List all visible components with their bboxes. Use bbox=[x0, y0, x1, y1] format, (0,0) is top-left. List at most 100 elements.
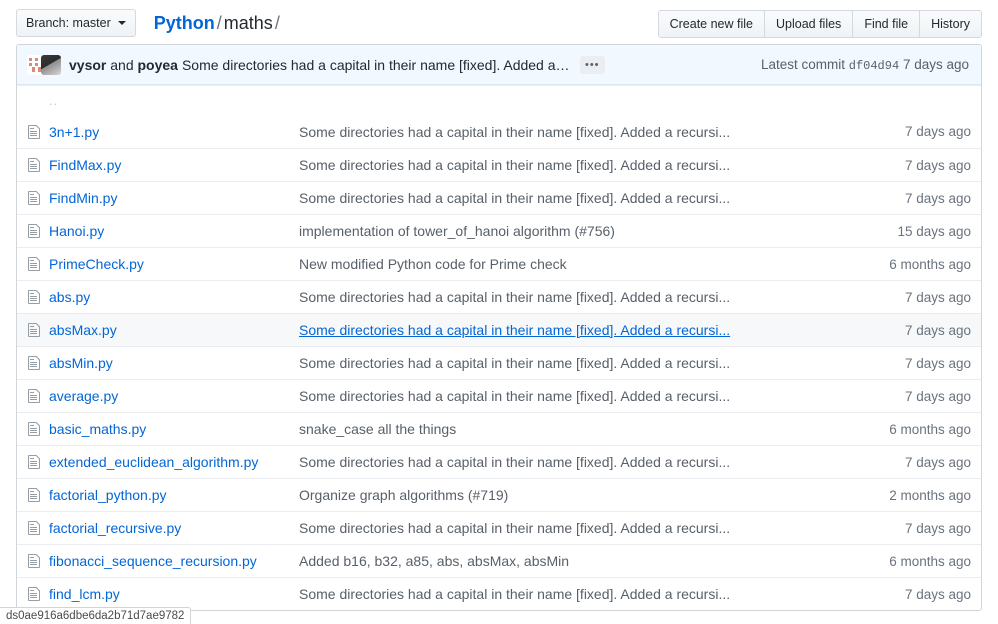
file-link[interactable]: absMax.py bbox=[49, 322, 117, 338]
commit-message-link[interactable]: Some directories had a capital in their … bbox=[299, 355, 730, 371]
commit-message-cell: Some directories had a capital in their … bbox=[299, 190, 851, 206]
commit-age: 7 days ago bbox=[903, 57, 969, 72]
commit-message-link[interactable]: Added b16, b32, a85, abs, absMax, absMin bbox=[299, 553, 569, 569]
commit-age-cell: 6 months ago bbox=[851, 554, 971, 569]
commit-message-link[interactable]: Some directories had a capital in their … bbox=[299, 322, 730, 338]
commit-age-cell: 2 months ago bbox=[851, 488, 971, 503]
file-link[interactable]: absMin.py bbox=[49, 355, 113, 371]
table-row[interactable]: FindMax.py Some directories had a capital… bbox=[17, 148, 981, 181]
table-row[interactable]: find_lcm.py Some directories had a capita… bbox=[17, 577, 981, 610]
file-link[interactable]: average.py bbox=[49, 388, 118, 404]
commit-age-cell: 7 days ago bbox=[851, 290, 971, 305]
repo-action-buttons: Create new file Upload files Find file H… bbox=[658, 10, 982, 38]
file-icon bbox=[27, 124, 49, 140]
commit-message-link[interactable]: Some directories had a capital in their … bbox=[299, 388, 730, 404]
file-name-cell: extended_euclidean_algorithm.py bbox=[49, 454, 299, 470]
commit-message-cell: Some directories had a capital in their … bbox=[299, 355, 851, 371]
table-row[interactable]: factorial_recursive.py Some directories h… bbox=[17, 511, 981, 544]
avatar-poyea[interactable] bbox=[41, 55, 61, 75]
table-row[interactable]: fibonacci_sequence_recursion.py Added b16… bbox=[17, 544, 981, 577]
commit-age-cell: 6 months ago bbox=[851, 422, 971, 437]
history-button[interactable]: History bbox=[920, 10, 982, 38]
file-name-cell: fibonacci_sequence_recursion.py bbox=[49, 553, 299, 569]
table-row[interactable]: abs.py Some directories had a capital in … bbox=[17, 280, 981, 313]
commit-message-link[interactable]: Some directories had a capital in their … bbox=[299, 124, 730, 140]
breadcrumb-separator-1: / bbox=[215, 13, 224, 33]
table-row[interactable]: basic_maths.py snake_case all the things 6… bbox=[17, 412, 981, 445]
table-row[interactable]: absMin.py Some directories had a capital … bbox=[17, 346, 981, 379]
breadcrumb-separator-2: / bbox=[273, 13, 282, 33]
table-row[interactable]: absMax.py Some directories had a capital … bbox=[17, 313, 981, 346]
commit-sha[interactable]: df04d94 bbox=[849, 59, 899, 73]
commit-message-cell: Some directories had a capital in their … bbox=[299, 157, 851, 173]
commit-age-cell: 7 days ago bbox=[851, 356, 971, 371]
file-link[interactable]: find_lcm.py bbox=[49, 586, 120, 602]
commit-message-cell: snake_case all the things bbox=[299, 421, 851, 437]
file-name-cell: PrimeCheck.py bbox=[49, 256, 299, 272]
file-name-cell: average.py bbox=[49, 388, 299, 404]
commit-message[interactable]: Some directories had a capital in their … bbox=[182, 57, 572, 73]
file-icon bbox=[27, 322, 49, 338]
branch-selector-label: Branch: master bbox=[26, 10, 111, 36]
file-link[interactable]: 3n+1.py bbox=[49, 124, 99, 140]
file-listing-box: vysor and poyea Some directories had a c… bbox=[16, 44, 982, 611]
file-link[interactable]: basic_maths.py bbox=[49, 421, 146, 437]
commit-message-link[interactable]: Some directories had a capital in their … bbox=[299, 289, 730, 305]
expand-commit-message-button[interactable]: ••• bbox=[580, 56, 605, 74]
file-link[interactable]: FindMin.py bbox=[49, 190, 117, 206]
file-icon bbox=[27, 586, 49, 602]
file-name-cell: find_lcm.py bbox=[49, 586, 299, 602]
commit-message-cell: Some directories had a capital in their … bbox=[299, 124, 851, 140]
commit-message-cell: implementation of tower_of_hanoi algorit… bbox=[299, 223, 851, 239]
commit-author-secondary[interactable]: poyea bbox=[138, 57, 178, 73]
table-row[interactable]: average.py Some directories had a capital… bbox=[17, 379, 981, 412]
commit-message-link[interactable]: Some directories had a capital in their … bbox=[299, 586, 730, 602]
file-link[interactable]: factorial_python.py bbox=[49, 487, 167, 503]
file-link[interactable]: Hanoi.py bbox=[49, 223, 104, 239]
commit-message-link[interactable]: Some directories had a capital in their … bbox=[299, 190, 730, 206]
commit-message-link[interactable]: New modified Python code for Prime check bbox=[299, 256, 567, 272]
file-name-cell: absMin.py bbox=[49, 355, 299, 371]
file-icon bbox=[27, 355, 49, 371]
commit-authors: vysor and poyea bbox=[69, 57, 178, 73]
file-name-cell: absMax.py bbox=[49, 322, 299, 338]
create-new-file-button[interactable]: Create new file bbox=[658, 10, 765, 38]
commit-author-primary[interactable]: vysor bbox=[69, 57, 106, 73]
file-link[interactable]: factorial_recursive.py bbox=[49, 520, 181, 536]
table-row[interactable]: PrimeCheck.py New modified Python code fo… bbox=[17, 247, 981, 280]
file-link[interactable]: FindMax.py bbox=[49, 157, 121, 173]
file-icon bbox=[27, 256, 49, 272]
parent-directory-link[interactable]: .. bbox=[27, 93, 58, 108]
file-link[interactable]: fibonacci_sequence_recursion.py bbox=[49, 553, 257, 569]
table-row[interactable]: Hanoi.py implementation of tower_of_hanoi… bbox=[17, 214, 981, 247]
commit-message-link[interactable]: implementation of tower_of_hanoi algorit… bbox=[299, 223, 615, 239]
chevron-down-icon bbox=[118, 21, 126, 25]
commit-message-cell: Some directories had a capital in their … bbox=[299, 586, 851, 602]
commit-age-cell: 6 months ago bbox=[851, 257, 971, 272]
table-row[interactable]: 3n+1.py Some directories had a capital in… bbox=[17, 115, 981, 148]
commit-age-cell: 7 days ago bbox=[851, 521, 971, 536]
table-row[interactable]: extended_euclidean_algorithm.py Some dire… bbox=[17, 445, 981, 478]
commit-message-link[interactable]: Some directories had a capital in their … bbox=[299, 520, 730, 536]
file-link[interactable]: PrimeCheck.py bbox=[49, 256, 144, 272]
table-row[interactable]: factorial_python.py Organize graph algori… bbox=[17, 478, 981, 511]
file-link[interactable]: abs.py bbox=[49, 289, 90, 305]
file-link[interactable]: extended_euclidean_algorithm.py bbox=[49, 454, 258, 470]
commit-message-cell: Organize graph algorithms (#719) bbox=[299, 487, 851, 503]
commit-message-link[interactable]: Some directories had a capital in their … bbox=[299, 157, 730, 173]
latest-commit-label: Latest commit bbox=[761, 57, 845, 72]
commit-message-cell: New modified Python code for Prime check bbox=[299, 256, 851, 272]
branch-selector-button[interactable]: Branch: master bbox=[16, 9, 136, 37]
commit-message-cell: Some directories had a capital in their … bbox=[299, 454, 851, 470]
commit-age-cell: 7 days ago bbox=[851, 323, 971, 338]
table-row[interactable]: FindMin.py Some directories had a capital… bbox=[17, 181, 981, 214]
commit-age-cell: 7 days ago bbox=[851, 389, 971, 404]
commit-message-link[interactable]: Some directories had a capital in their … bbox=[299, 454, 730, 470]
commit-message-link[interactable]: snake_case all the things bbox=[299, 421, 456, 437]
breadcrumb-repo-link[interactable]: Python bbox=[154, 13, 215, 33]
find-file-button[interactable]: Find file bbox=[853, 10, 920, 38]
upload-files-button[interactable]: Upload files bbox=[765, 10, 853, 38]
parent-directory-row[interactable]: .. bbox=[17, 85, 981, 115]
commit-message-link[interactable]: Organize graph algorithms (#719) bbox=[299, 487, 508, 503]
commit-age-cell: 15 days ago bbox=[851, 224, 971, 239]
